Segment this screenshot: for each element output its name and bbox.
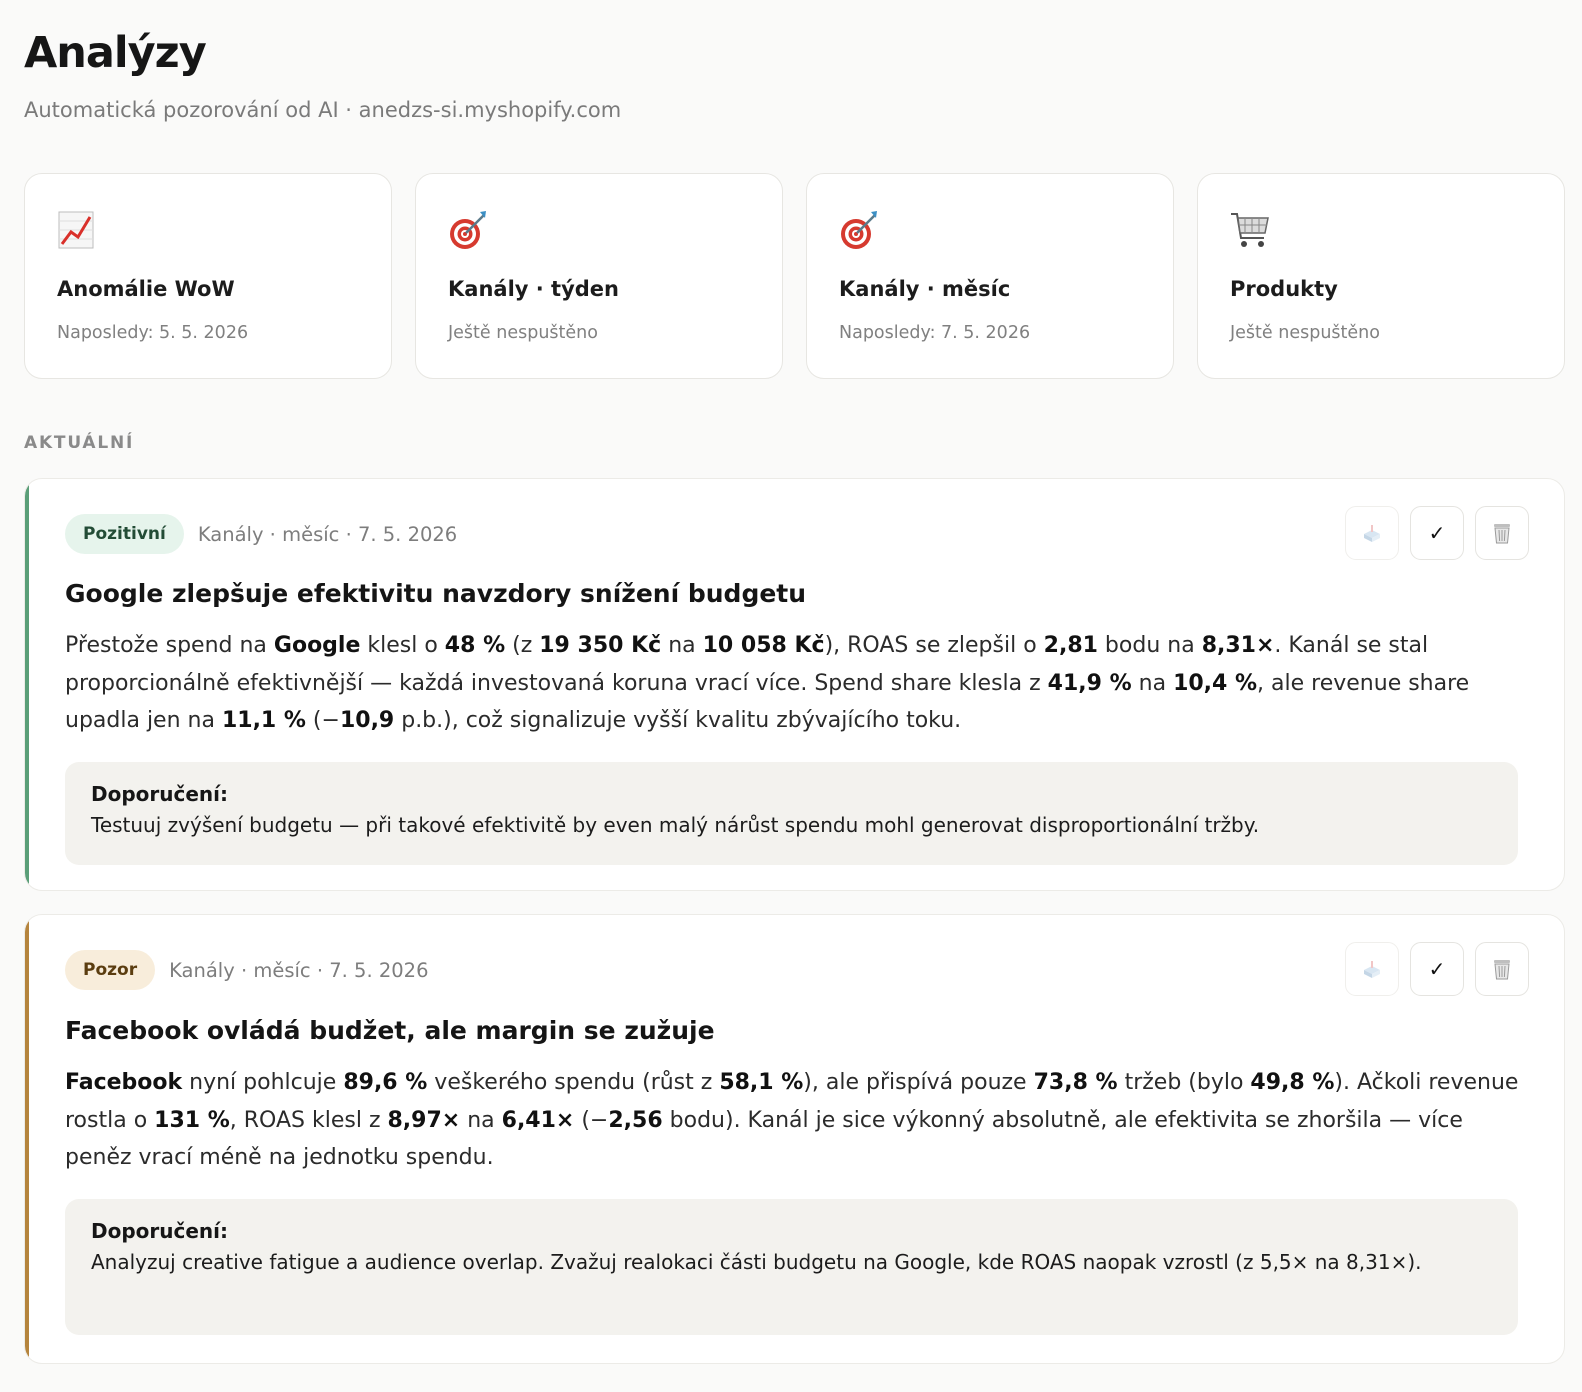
check-icon: ✓ — [1428, 522, 1446, 545]
insight-actions: ✓ — [1345, 506, 1529, 560]
body-text: (− — [574, 1107, 609, 1133]
analyses-page: Analýzy Automatická pozorování od AI · a… — [0, 0, 1582, 1392]
highlight-value: 73,8 % — [1033, 1070, 1118, 1095]
share-button[interactable] — [1345, 942, 1399, 996]
trash-icon — [1494, 524, 1510, 544]
insight-header: Pozitivní Kanály · měsíc · 7. 5. 2026 — [65, 514, 457, 554]
target-icon — [841, 211, 877, 249]
body-text: na — [460, 1107, 502, 1133]
highlight-value: 48 % — [444, 633, 506, 658]
body-text: na — [1131, 670, 1174, 696]
delete-button[interactable] — [1475, 942, 1529, 996]
status-badge: Pozor — [65, 950, 156, 990]
body-text: bodu na — [1097, 633, 1202, 658]
body-text: na — [661, 633, 703, 658]
highlight-value: 58,1 % — [719, 1070, 804, 1095]
body-text: veškerého spendu (růst z — [427, 1070, 720, 1095]
summary-card-status: Naposledy: 5. 5. 2026 — [57, 323, 249, 343]
recommendation-box: Doporučení: Testuuj zvýšení budgetu — př… — [65, 762, 1518, 865]
summary-card-products[interactable]: Produkty Ještě nespuštěno — [1197, 173, 1565, 379]
body-text: tržeb (bylo — [1117, 1070, 1251, 1095]
summary-card-title: Kanály · týden — [448, 277, 620, 301]
summary-card-status: Ještě nespuštěno — [1230, 323, 1380, 343]
status-badge: Pozitivní — [65, 514, 184, 554]
body-text: (− — [305, 708, 340, 733]
body-text: p.b.), což signalizuje vyšší kvalitu zbý… — [394, 708, 962, 733]
body-text: ), ale přispívá pouze — [803, 1070, 1034, 1095]
highlight-value: 10,4 % — [1173, 670, 1258, 696]
page-subtitle: Automatická pozorování od AI · anedzs-si… — [24, 98, 622, 122]
shopping-cart-icon — [1231, 213, 1269, 247]
recommendation-text: Testuuj zvýšení budgetu — při takové efe… — [91, 813, 1260, 837]
share-icon — [1364, 525, 1380, 542]
highlight-value: 8,31× — [1201, 633, 1275, 658]
summary-card-status: Ještě nespuštěno — [448, 323, 598, 343]
highlight-value: 10,9 — [339, 708, 395, 733]
highlight-value: 11,1 % — [221, 708, 306, 733]
body-text: ), ROAS se zlepšil o — [824, 633, 1044, 658]
highlight-value: 49,8 % — [1250, 1070, 1335, 1095]
recommendation-label: Doporučení: — [91, 1219, 229, 1243]
share-button[interactable] — [1345, 506, 1399, 560]
body-text: nyní pohlcuje — [182, 1070, 344, 1095]
highlight-value: 89,6 % — [343, 1070, 428, 1095]
highlight-value: 19 350 Kč — [539, 633, 662, 658]
insight-body: Facebook nyní pohlcuje 89,6 % veškerého … — [65, 1064, 1525, 1177]
summary-card-anomalies[interactable]: Anomálie WoW Naposledy: 5. 5. 2026 — [24, 173, 392, 379]
highlight-value: 6,41× — [501, 1107, 575, 1133]
highlight-value: Facebook — [65, 1070, 183, 1095]
summary-card-channels-month[interactable]: Kanály · měsíc Naposledy: 7. 5. 2026 — [806, 173, 1174, 379]
insight-header: Pozor Kanály · měsíc · 7. 5. 2026 — [65, 950, 428, 990]
insight-meta: Kanály · měsíc · 7. 5. 2026 — [197, 522, 458, 546]
highlight-value: 2,81 — [1043, 633, 1098, 658]
highlight-value: 8,97× — [387, 1107, 461, 1133]
trash-icon — [1494, 960, 1510, 980]
highlight-value: 41,9 % — [1047, 670, 1132, 696]
highlight-value: 131 % — [154, 1107, 230, 1133]
insight-card: Pozitivní Kanály · měsíc · 7. 5. 2026 ✓ — [24, 478, 1565, 891]
share-icon — [1364, 961, 1380, 978]
summary-card-title: Kanály · měsíc — [839, 277, 1011, 301]
body-text: , ROAS klesl z — [229, 1107, 388, 1133]
summary-cards: Anomálie WoW Naposledy: 5. 5. 2026 Kanál… — [24, 173, 1565, 379]
recommendation-text: Analyzuj creative fatigue a audience ove… — [91, 1250, 1422, 1274]
highlight-value: Google — [273, 633, 361, 658]
insight-card: Pozor Kanály · měsíc · 7. 5. 2026 ✓ Face… — [24, 914, 1565, 1364]
recommendation-box: Doporučení: Analyzuj creative fatigue a … — [65, 1199, 1518, 1335]
insight-body: Přestože spend na Google klesl o 48 % (z… — [65, 627, 1525, 740]
body-text: klesl o — [360, 633, 445, 658]
insight-title: Google zlepšuje efektivitu navzdory sníž… — [65, 579, 807, 608]
highlight-value: 10 058 Kč — [702, 633, 825, 658]
chart-increasing-icon — [58, 211, 94, 249]
check-icon: ✓ — [1428, 958, 1446, 981]
delete-button[interactable] — [1475, 506, 1529, 560]
summary-card-title: Anomálie WoW — [57, 277, 235, 301]
target-icon — [450, 211, 486, 249]
body-text: Přestože spend na — [65, 633, 274, 658]
summary-card-channels-week[interactable]: Kanály · týden Ještě nespuštěno — [415, 173, 783, 379]
section-label-current: AKTUÁLNÍ — [24, 433, 135, 453]
recommendation-label: Doporučení: — [91, 782, 229, 806]
insight-title: Facebook ovládá budžet, ale margin se zu… — [65, 1016, 715, 1045]
body-text: (z — [505, 633, 540, 658]
page-title: Analýzy — [24, 28, 207, 78]
summary-card-status: Naposledy: 7. 5. 2026 — [839, 323, 1031, 343]
insight-actions: ✓ — [1345, 942, 1529, 996]
summary-card-title: Produkty — [1230, 277, 1338, 301]
mark-done-button[interactable]: ✓ — [1410, 942, 1464, 996]
mark-done-button[interactable]: ✓ — [1410, 506, 1464, 560]
highlight-value: 2,56 — [608, 1107, 663, 1133]
insight-meta: Kanály · měsíc · 7. 5. 2026 — [169, 958, 429, 982]
